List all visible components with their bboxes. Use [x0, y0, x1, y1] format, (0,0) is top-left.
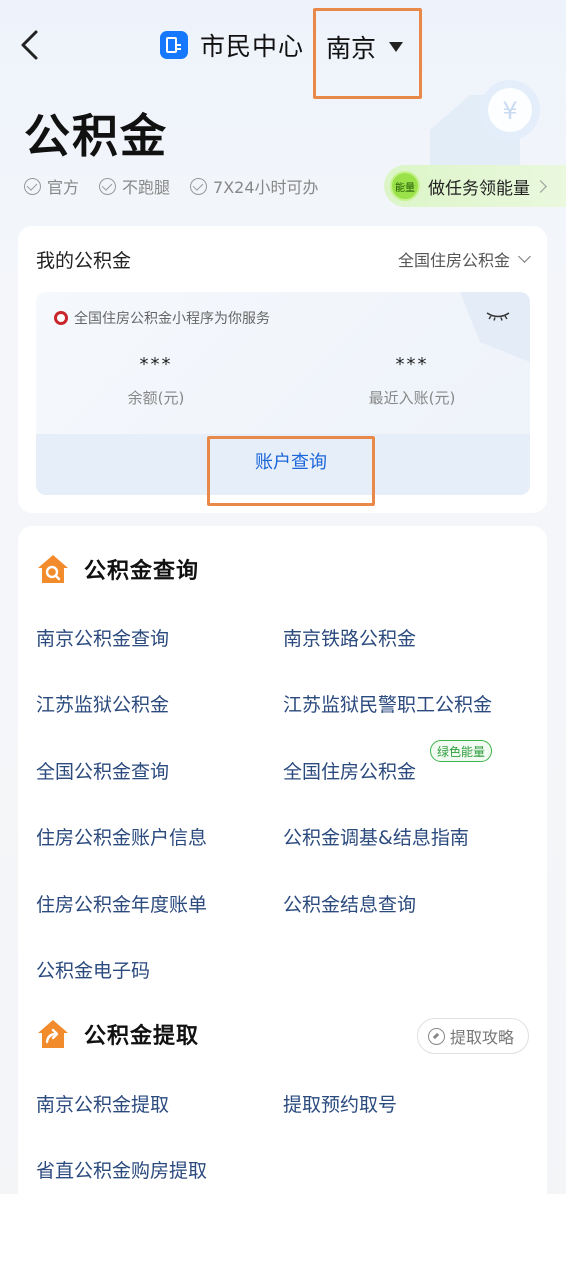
my-fund-title: 我的公积金	[36, 250, 132, 272]
feature-item: 7X24小时可办	[190, 174, 319, 198]
withdraw-strategy-button[interactable]: 提取攻略	[416, 1018, 529, 1054]
app-title: 市民中心	[160, 26, 304, 64]
energy-badge-icon: 能量	[390, 171, 420, 201]
provider-logo-icon	[54, 311, 68, 325]
page: 市民中心 南京 公积金 ¥ 官方 不跑腿 7X24小时可办 能量 做任务领能量 …	[0, 0, 566, 1277]
link-nanjing-railway-fund[interactable]: 南京铁路公积金	[283, 624, 416, 651]
check-circle-icon	[24, 177, 41, 195]
eye-closed-icon[interactable]	[486, 310, 510, 322]
link-interest-query[interactable]: 公积金结息查询	[283, 890, 416, 917]
link-nanjing-fund-query[interactable]: 南京公积金查询	[36, 624, 169, 651]
account-query-label: 账户查询	[255, 452, 327, 473]
caret-down-icon	[389, 42, 403, 52]
check-circle-icon	[99, 177, 117, 195]
link-jiangsu-prison-police-fund[interactable]: 江苏监狱民警职工公积金	[283, 690, 492, 717]
service-provider-text: 全国住房公积金小程序为你服务	[74, 311, 270, 327]
wallet-illustration-icon: ¥	[430, 80, 540, 180]
feature-list: 官方 不跑腿 7X24小时可办	[24, 174, 339, 198]
bottom-blank-area	[0, 1194, 566, 1277]
service-provider-line: 全国住房公积金小程序为你服务	[54, 308, 270, 328]
withdraw-section-header: 公积金提取	[36, 1018, 199, 1050]
services-card: 公积金查询 南京公积金查询 南京铁路公积金 江苏监狱公积金 江苏监狱民警职工公积…	[18, 526, 547, 1194]
chevron-right-icon	[534, 179, 547, 193]
link-rate-adjust-guide[interactable]: 公积金调基&结息指南	[283, 823, 469, 850]
recent-deposit-label: 最近入账(元)	[368, 389, 456, 407]
link-account-info[interactable]: 住房公积金账户信息	[36, 823, 207, 850]
link-fund-e-code[interactable]: 公积金电子码	[36, 956, 150, 983]
withdraw-section-title: 公积金提取	[84, 1024, 200, 1049]
link-jiangsu-prison-fund[interactable]: 江苏监狱公积金	[36, 690, 169, 717]
feature-item: 不跑腿	[99, 174, 170, 198]
query-section-title: 公积金查询	[84, 559, 200, 584]
energy-task-button[interactable]: 能量 做任务领能量	[384, 165, 566, 207]
link-annual-statement[interactable]: 住房公积金年度账单	[36, 890, 207, 917]
green-energy-badge: 绿色能量	[430, 740, 493, 762]
query-section-header: 公积金查询	[36, 553, 199, 585]
link-national-fund-query[interactable]: 全国公积金查询	[36, 757, 169, 784]
balance-value: ***	[139, 354, 173, 375]
link-provincial-house-withdraw[interactable]: 省直公积金购房提取	[36, 1156, 207, 1183]
feature-item: 官方	[24, 174, 79, 198]
account-query-button[interactable]: 账户查询	[207, 436, 375, 506]
page-title: 公积金	[24, 109, 168, 163]
city-name: 南京	[326, 34, 377, 63]
app-name: 市民中心	[200, 32, 305, 61]
svg-text:¥: ¥	[502, 97, 517, 125]
city-selector[interactable]: 南京	[313, 8, 422, 99]
chevron-down-icon	[518, 250, 531, 263]
check-circle-icon	[190, 177, 208, 195]
withdraw-strategy-label: 提取攻略	[449, 1028, 514, 1047]
citizen-center-icon	[160, 31, 188, 59]
energy-task-label: 做任务领能量	[428, 178, 530, 199]
feature-label: 官方	[47, 178, 80, 197]
house-withdraw-icon	[38, 1020, 68, 1048]
back-arrow-icon[interactable]	[14, 26, 46, 64]
link-withdraw-appointment[interactable]: 提取预约取号	[283, 1090, 397, 1117]
fund-source-selector[interactable]: 全国住房公积金	[397, 247, 531, 271]
balance-label: 余额(元)	[127, 389, 185, 407]
house-search-icon	[38, 555, 68, 583]
my-fund-card: 我的公积金 全国住房公积金 全国住房公积金小程序为你服务 *** 余额(元) *	[18, 226, 547, 513]
recent-deposit-stat: *** 最近入账(元)	[312, 354, 512, 408]
link-nanjing-withdraw[interactable]: 南京公积金提取	[36, 1090, 169, 1117]
balance-stat: *** 余额(元)	[56, 354, 256, 408]
recent-deposit-value: ***	[395, 354, 429, 375]
compass-icon	[427, 1027, 445, 1045]
feature-label: 7X24小时可办	[213, 178, 319, 197]
link-national-housing-fund[interactable]: 全国住房公积金	[283, 757, 416, 784]
feature-label: 不跑腿	[122, 178, 171, 197]
fund-source-label: 全国住房公积金	[397, 251, 510, 270]
